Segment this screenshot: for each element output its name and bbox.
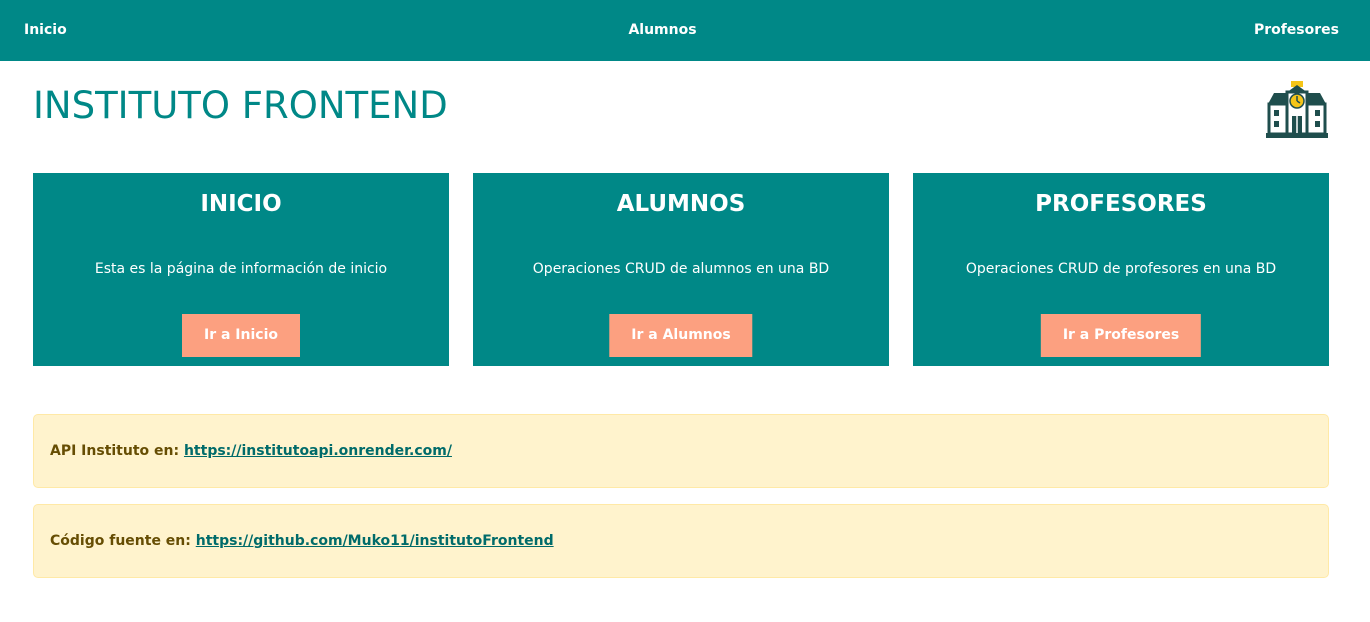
api-info-label: API Instituto en: (50, 443, 180, 459)
source-code-label: Código fuente en: (50, 533, 191, 549)
ir-a-alumnos-button[interactable]: Ir a Alumnos (609, 314, 753, 357)
page-title: INSTITUTO FRONTEND (33, 84, 448, 127)
nav-link-profesores[interactable]: Profesores (1254, 0, 1339, 61)
card-profesores: PROFESORES Operaciones CRUD de profesore… (913, 173, 1329, 366)
api-link[interactable]: https://institutoapi.onrender.com/ (184, 443, 452, 459)
card-text: Esta es la página de información de inic… (94, 261, 388, 277)
card-title: ALUMNOS (616, 191, 746, 217)
ir-a-inicio-button[interactable]: Ir a Inicio (182, 314, 300, 357)
top-navbar: Inicio Alumnos Profesores (0, 0, 1370, 61)
card-title: INICIO (200, 191, 282, 217)
school-building-icon (1266, 80, 1328, 138)
source-code-alert: Código fuente en: https://github.com/Muk… (33, 504, 1329, 578)
card-text: Operaciones CRUD de profesores en una BD (965, 261, 1277, 277)
nav-link-alumnos[interactable]: Alumnos (0, 0, 1325, 61)
card-title: PROFESORES (1035, 191, 1207, 217)
card-alumnos: ALUMNOS Operaciones CRUD de alumnos en u… (473, 173, 889, 366)
card-inicio: INICIO Esta es la página de información … (33, 173, 449, 366)
api-info-alert: API Instituto en: https://institutoapi.o… (33, 414, 1329, 488)
card-text: Operaciones CRUD de alumnos en una BD (532, 261, 830, 277)
source-code-link[interactable]: https://github.com/Muko11/institutoFront… (196, 533, 554, 549)
ir-a-profesores-button[interactable]: Ir a Profesores (1040, 314, 1202, 357)
